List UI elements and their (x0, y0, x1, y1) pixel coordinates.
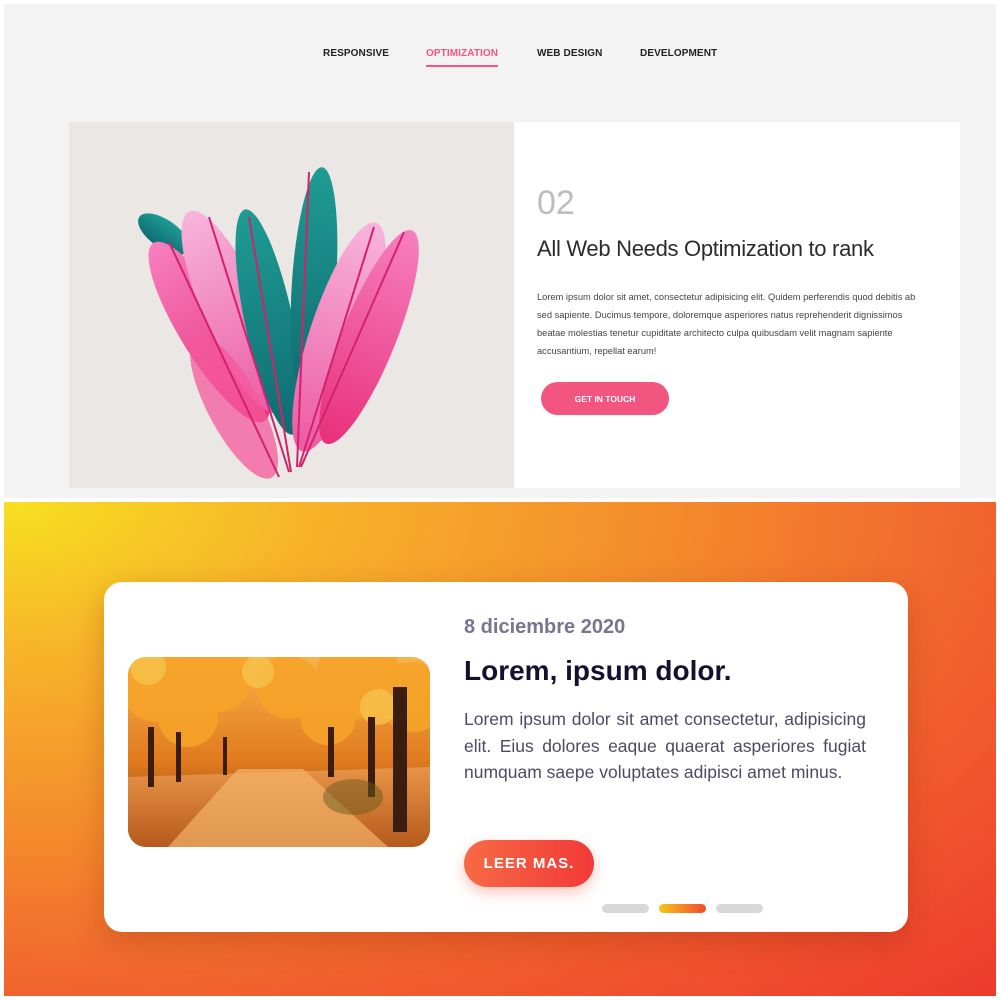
feature-panel: 02 All Web Needs Optimization to rank Lo… (69, 122, 960, 488)
feature-number: 02 (537, 184, 575, 222)
tab-nav: RESPONSIVE OPTIMIZATION WEB DESIGN DEVEL… (4, 48, 996, 78)
tab-responsive[interactable]: RESPONSIVE (323, 48, 389, 65)
blog-slider-section: 8 diciembre 2020 Lorem, ipsum dolor. Lor… (4, 502, 996, 996)
read-more-button[interactable]: LEER MAS. (464, 840, 594, 887)
post-date: 8 diciembre 2020 (464, 616, 626, 638)
autumn-forest-image (128, 657, 430, 847)
post-excerpt: Lorem ipsum dolor sit amet consectetur, … (464, 709, 866, 782)
pagination-dot[interactable] (602, 904, 649, 913)
post-title: Lorem, ipsum dolor. (464, 655, 732, 686)
blog-card: 8 diciembre 2020 Lorem, ipsum dolor. Lor… (104, 582, 908, 932)
tab-web-design[interactable]: WEB DESIGN (537, 48, 602, 65)
feature-content: 02 All Web Needs Optimization to rank Lo… (537, 122, 937, 488)
tab-development[interactable]: DEVELOPMENT (640, 48, 717, 65)
get-in-touch-button[interactable]: GET IN TOUCH (541, 382, 669, 415)
pagination-dot[interactable] (716, 904, 763, 913)
feature-tabs-section: RESPONSIVE OPTIMIZATION WEB DESIGN DEVEL… (4, 4, 996, 498)
tab-optimization[interactable]: OPTIMIZATION (426, 48, 499, 67)
pagination-dot-active[interactable] (659, 904, 706, 913)
feathers-image (69, 122, 514, 488)
feature-description: Lorem ipsum dolor sit amet, consectetur … (537, 292, 916, 356)
feature-title: All Web Needs Optimization to rank (537, 236, 874, 261)
